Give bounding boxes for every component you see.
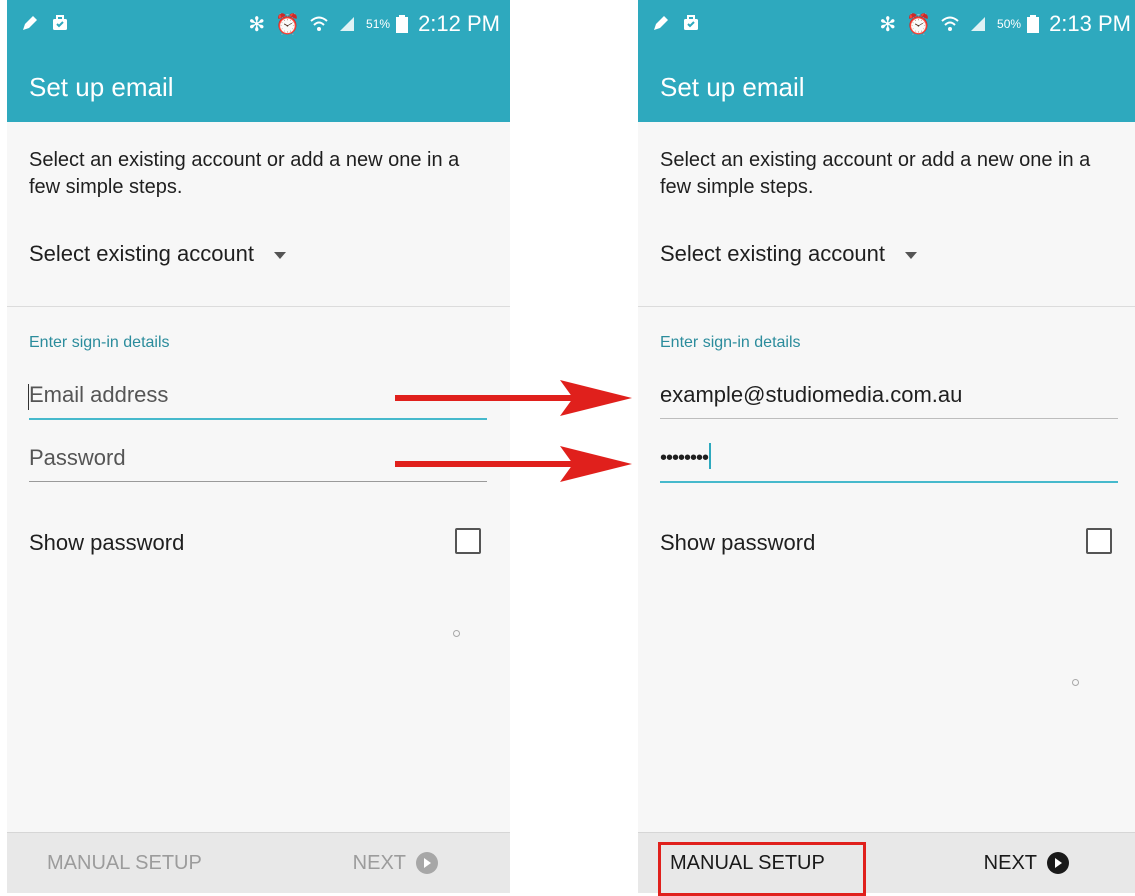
chevron-down-icon (905, 252, 918, 259)
pen-icon (23, 16, 37, 30)
clock: 2:12 PM (418, 11, 500, 36)
bag-icon (684, 15, 698, 30)
show-password-row[interactable]: Show password (29, 528, 487, 560)
decorative-dot (1072, 679, 1079, 686)
next-arrow-icon (416, 852, 438, 874)
manual-setup-button[interactable]: MANUAL SETUP (47, 833, 202, 893)
intro-text: Select an existing account or add a new … (660, 149, 1091, 198)
phone-screen-after: ✻ ⏰ 50% 2:13 PM Set up email Select an e… (638, 0, 1135, 893)
password-placeholder: Password (29, 445, 126, 470)
select-existing-account-dropdown[interactable]: Select existing account (660, 241, 918, 267)
password-value: •••••••• (660, 447, 709, 469)
text-cursor (709, 443, 712, 469)
next-button[interactable]: NEXT (984, 833, 1069, 893)
account-select-label: Select existing account (660, 241, 886, 266)
system-icons: ✻ ⏰ 51% 2:12 PM (248, 11, 500, 37)
bottom-action-bar: MANUAL SETUP NEXT (7, 832, 510, 893)
system-icons: ✻ ⏰ 50% 2:13 PM (879, 11, 1131, 37)
next-button[interactable]: NEXT (353, 833, 438, 893)
page-title: Set up email (29, 72, 174, 102)
select-existing-account-dropdown[interactable]: Select existing account (29, 241, 287, 267)
sign-in-section-label: Enter sign-in details (660, 334, 801, 351)
notification-icons (21, 14, 69, 32)
account-select-label: Select existing account (29, 241, 255, 266)
bag-icon (53, 15, 67, 30)
email-field[interactable]: example@studiomedia.com.au (660, 378, 1118, 419)
email-value: example@studiomedia.com.au (660, 382, 963, 407)
bluetooth-icon: ✻ (248, 13, 266, 36)
page-title: Set up email (660, 72, 805, 102)
show-password-checkbox[interactable] (1086, 528, 1112, 554)
next-label: NEXT (983, 851, 1037, 874)
alarm-icon: ⏰ (906, 13, 932, 36)
app-bar: Set up email (7, 50, 510, 122)
notification-icons (652, 14, 700, 32)
pen-icon (654, 16, 668, 30)
divider (638, 306, 1135, 307)
manual-setup-highlight-box (658, 842, 866, 896)
sign-in-section-label: Enter sign-in details (29, 334, 170, 351)
battery-percent: 50% (997, 17, 1022, 31)
alarm-icon: ⏰ (275, 13, 301, 36)
wifi-icon (941, 16, 959, 31)
show-password-checkbox[interactable] (455, 528, 481, 554)
signal-icon (971, 17, 986, 31)
bluetooth-icon: ✻ (879, 13, 897, 36)
intro-text: Select an existing account or add a new … (29, 149, 460, 198)
red-arrow-email (395, 380, 632, 416)
status-bar: ✻ ⏰ 51% 2:12 PM (7, 0, 510, 50)
clock: 2:13 PM (1049, 11, 1131, 36)
battery-icon (396, 15, 409, 33)
show-password-label: Show password (660, 530, 816, 555)
email-placeholder: Email address (29, 382, 169, 407)
signal-icon (340, 17, 355, 31)
divider (7, 306, 510, 307)
decorative-dot (453, 630, 460, 637)
show-password-label: Show password (29, 530, 185, 555)
password-field[interactable]: •••••••• (660, 441, 1118, 483)
red-arrow-password (395, 446, 632, 482)
status-bar: ✻ ⏰ 50% 2:13 PM (638, 0, 1135, 50)
battery-percent: 51% (366, 17, 391, 31)
next-label: NEXT (352, 851, 406, 874)
show-password-row[interactable]: Show password (660, 528, 1118, 560)
app-bar: Set up email (638, 50, 1135, 122)
chevron-down-icon (274, 252, 287, 259)
wifi-icon (310, 16, 328, 31)
battery-icon (1027, 15, 1040, 33)
next-arrow-icon (1047, 852, 1069, 874)
